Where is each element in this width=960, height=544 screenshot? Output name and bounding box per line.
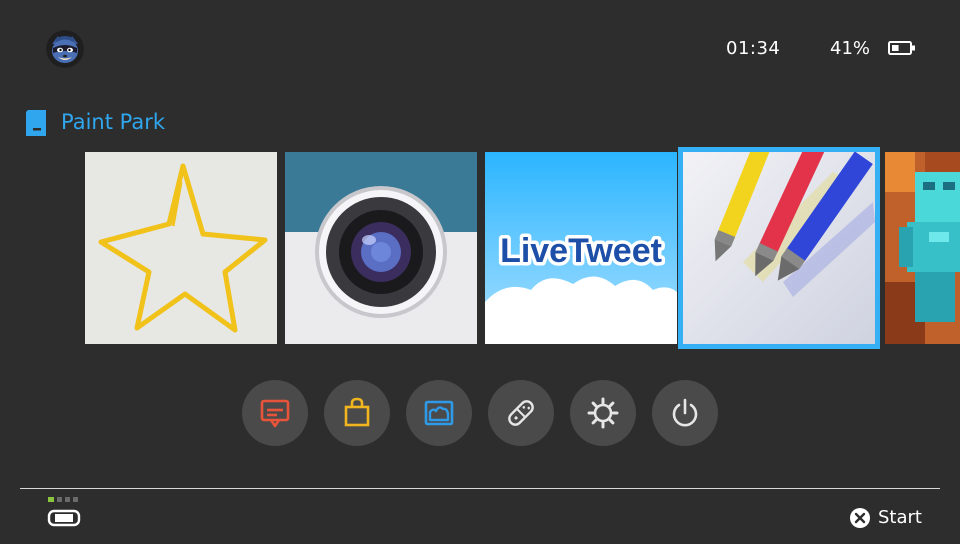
news-button[interactable] <box>242 380 308 446</box>
yellow-star-drawing-icon <box>85 152 277 344</box>
crayons-icon <box>683 152 875 344</box>
album-button[interactable] <box>406 380 472 446</box>
livetweet-logo-icon: LiveTweet LiveTweet <box>485 152 677 344</box>
settings-button[interactable] <box>570 380 636 446</box>
tile-camera[interactable] <box>285 152 477 344</box>
diamond-armor-character-icon <box>885 152 960 344</box>
album-icon <box>424 400 454 426</box>
battery-icon <box>888 41 915 55</box>
tile-paint-park[interactable] <box>678 147 880 349</box>
player-indicator-1 <box>48 497 54 502</box>
handheld-controller-icon <box>47 497 81 527</box>
x-button-icon <box>850 508 870 528</box>
livetweet-label: LiveTweet <box>500 232 662 270</box>
user-avatar[interactable] <box>46 30 84 68</box>
tile-star-drawing[interactable] <box>85 152 277 344</box>
battery-percentage: 41% <box>830 38 871 59</box>
news-icon <box>260 399 290 428</box>
raccoon-avatar-icon <box>46 30 84 68</box>
player-indicator-4 <box>73 497 78 502</box>
controller-icon <box>508 400 534 426</box>
footer-divider <box>20 488 940 489</box>
tile-livetweet[interactable]: LiveTweet LiveTweet <box>485 152 677 344</box>
home-screen: 01:34 41% Paint Park LiveTweet LiveTweet… <box>0 0 960 544</box>
gear-icon <box>587 397 619 429</box>
clock: 01:34 <box>726 38 781 59</box>
shopping-bag-icon <box>344 397 370 427</box>
power-button[interactable] <box>652 380 718 446</box>
selected-title-text: Paint Park <box>61 110 166 134</box>
game-card-icon <box>26 110 46 136</box>
shop-button[interactable] <box>324 380 390 446</box>
player-indicator-2 <box>57 497 62 502</box>
player-indicator-3 <box>65 497 70 502</box>
tile-blocky-game[interactable] <box>885 152 960 344</box>
camera-lens-icon <box>285 152 477 344</box>
power-icon <box>672 398 698 427</box>
controllers-button[interactable] <box>488 380 554 446</box>
start-label: Start <box>878 507 922 528</box>
